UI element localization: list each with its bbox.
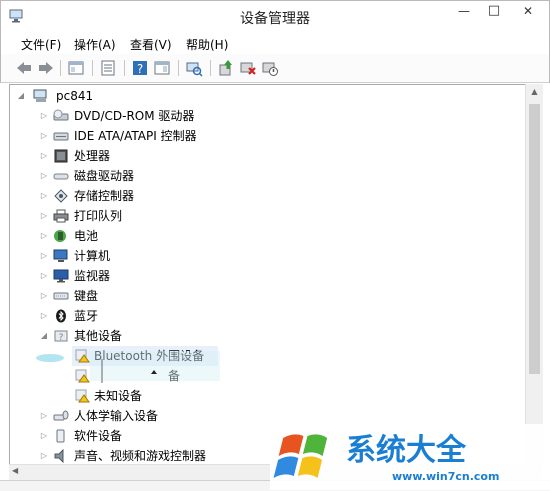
tree-item-label: 计算机: [74, 249, 111, 263]
expand-arrow-icon[interactable]: ▷: [39, 286, 49, 306]
vertical-scrollbar[interactable]: ▲: [525, 84, 543, 464]
menu-action[interactable]: 操作(A): [74, 36, 116, 53]
scroll-up-icon[interactable]: ▲: [526, 87, 543, 96]
console-tree-icon[interactable]: [67, 59, 85, 77]
tree-item-label: 电池: [74, 229, 99, 243]
menu-file[interactable]: 文件(F): [21, 36, 61, 53]
tree-item-label: 打印队列: [74, 209, 123, 223]
title-bar: 设备管理器 — □ ✕: [0, 0, 550, 32]
tree-item-label: 蓝牙: [74, 309, 99, 323]
menu-bar: 文件(F) 操作(A) 查看(V) 帮助(H): [0, 31, 550, 54]
expand-arrow-icon[interactable]: ▷: [39, 126, 49, 146]
back-arrow-icon[interactable]: [15, 59, 33, 77]
sound-icon: [54, 449, 64, 463]
action-pane-icon[interactable]: [153, 59, 171, 77]
expand-arrow-icon[interactable]: ▷: [39, 306, 49, 326]
menu-view[interactable]: 查看(V): [130, 36, 172, 53]
help-icon[interactable]: ?: [131, 59, 149, 77]
tree-item-label: 其他设备: [74, 329, 123, 343]
expand-arrow-icon[interactable]: ▷: [39, 246, 49, 266]
other-devices-icon: ?: [54, 330, 68, 343]
warning-device-icon: [75, 389, 90, 403]
expand-arrow-icon[interactable]: ▷: [39, 146, 49, 166]
expand-arrow-icon[interactable]: ▷: [39, 106, 49, 126]
tree-item-label: 处理器: [74, 149, 111, 163]
expand-arrow-icon[interactable]: ▷: [39, 206, 49, 226]
close-button[interactable]: ✕: [509, 1, 547, 23]
computer-icon: [53, 249, 68, 262]
disk-drive-icon: [53, 173, 69, 180]
scan-hardware-icon[interactable]: [185, 59, 203, 77]
collapse-arrow-icon[interactable]: ◢: [16, 86, 26, 106]
battery-icon: [54, 230, 66, 242]
watermark-url: www.win7cn.com: [392, 470, 499, 483]
expand-arrow-icon[interactable]: ▷: [39, 446, 49, 465]
bluetooth-icon: [56, 309, 66, 323]
computer-icon: [33, 89, 47, 102]
minimize-button[interactable]: —: [449, 1, 479, 23]
disable-device-icon[interactable]: [261, 59, 279, 77]
tree-item-label: IDE ATA/ATAPI 控制器: [74, 129, 197, 143]
expand-arrow-icon[interactable]: ▷: [39, 426, 49, 446]
tree-item-label: 软件设备: [74, 429, 123, 443]
tree-item-label: 监视器: [74, 269, 111, 283]
forward-arrow-icon[interactable]: [37, 59, 55, 77]
ide-controller-icon: [53, 132, 69, 141]
monitor-icon: [53, 269, 69, 283]
expand-arrow-icon[interactable]: ▷: [39, 226, 49, 246]
svg-text:?: ?: [59, 333, 64, 343]
scroll-left-icon[interactable]: ◀: [12, 466, 18, 475]
expand-arrow-icon[interactable]: ▷: [39, 186, 49, 206]
tree-item-label: 人体学输入设备: [74, 409, 159, 423]
dvd-drive-icon: [53, 109, 69, 121]
toolbar-separator: [124, 60, 125, 76]
keyboard-icon: [53, 292, 69, 300]
properties-icon[interactable]: [99, 59, 117, 77]
tree-item-label: 磁盘驱动器: [74, 169, 135, 183]
software-device-icon: [56, 429, 65, 443]
toolbar-separator: [178, 60, 179, 76]
uninstall-icon[interactable]: [239, 59, 257, 77]
hid-icon: [53, 410, 69, 421]
expand-arrow-icon[interactable]: ▷: [39, 266, 49, 286]
maximize-button[interactable]: □: [479, 1, 509, 23]
scrollbar-thumb[interactable]: [529, 104, 540, 374]
tree-child-label: 未知设备: [94, 389, 143, 403]
update-driver-icon[interactable]: [217, 59, 235, 77]
processor-icon: [54, 149, 68, 163]
storage-controller-icon: [54, 189, 68, 203]
toolbar: ?: [0, 54, 550, 83]
menu-help[interactable]: 帮助(H): [186, 36, 228, 53]
printer-icon: [53, 209, 69, 223]
watermark-title: 系统大全: [346, 433, 467, 468]
tree-item-label: DVD/CD-ROM 驱动器: [74, 109, 195, 123]
tree-root-label: pc841: [56, 89, 94, 103]
tree-item-label: 存储控制器: [74, 189, 135, 203]
device-tree[interactable]: ◢ pc841 ▷ DVD/CD-ROM 驱动器 ▷ IDE ATA/ATAPI…: [9, 84, 526, 466]
expand-arrow-icon[interactable]: ▷: [39, 406, 49, 426]
win7cn-watermark-logo: 系统大全 www.win7cn.com: [270, 424, 550, 490]
toolbar-separator: [210, 60, 211, 76]
tree-item-label: 键盘: [74, 289, 99, 303]
collapse-arrow-icon[interactable]: ◢: [39, 326, 49, 346]
svg-text:?: ?: [137, 62, 143, 76]
toolbar-separator: [92, 60, 93, 76]
toolbar-separator: [60, 60, 61, 76]
drag-ghost-overlay: [36, 351, 220, 383]
tree-item-label: 声音、视频和游戏控制器: [74, 449, 207, 463]
expand-arrow-icon[interactable]: ▷: [39, 166, 49, 186]
